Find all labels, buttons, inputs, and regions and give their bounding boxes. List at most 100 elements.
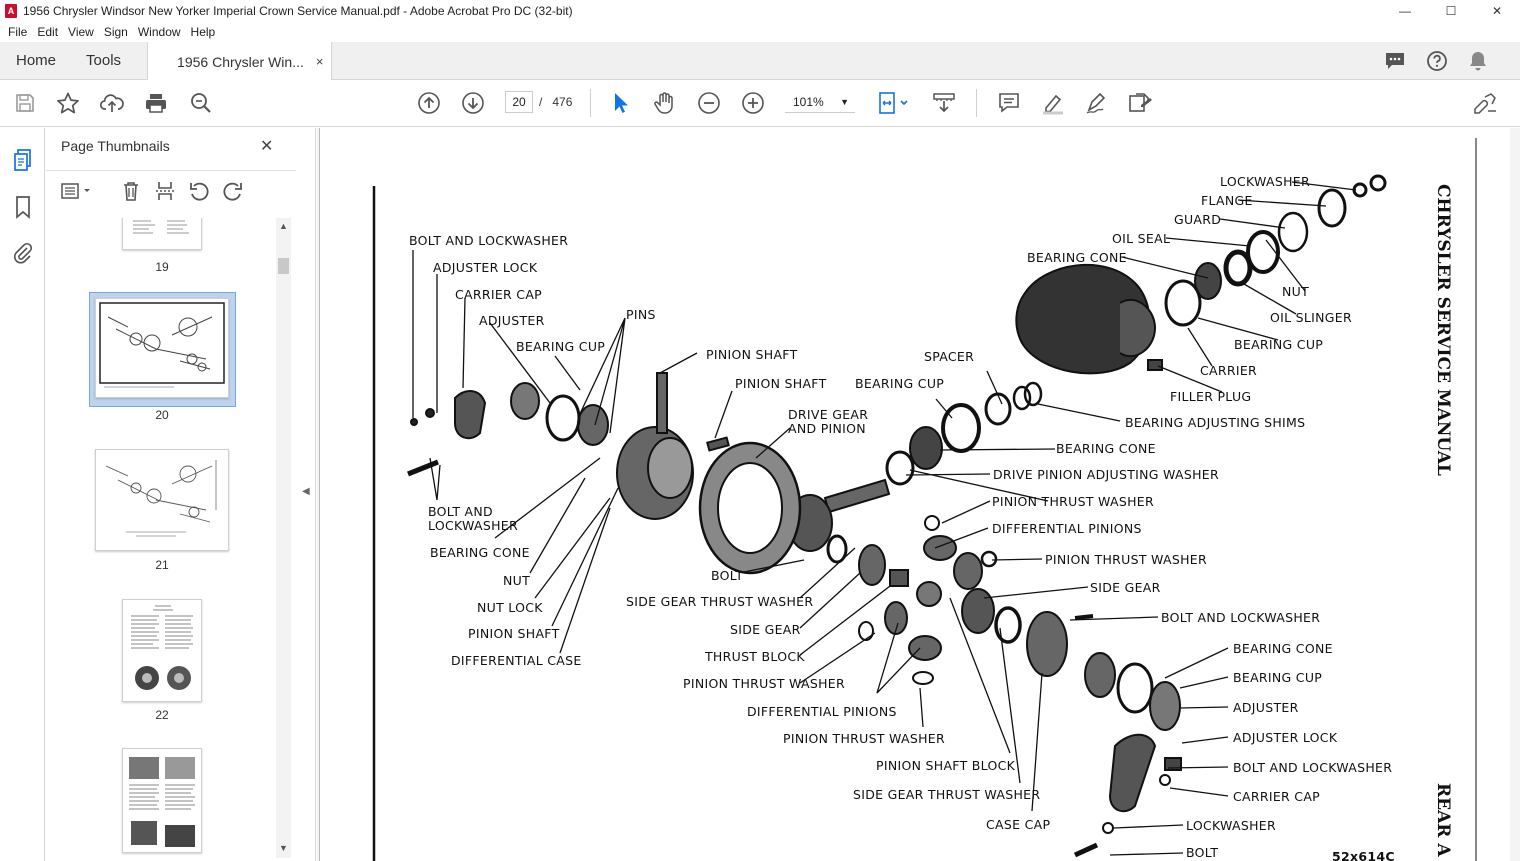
left-navigation-rail — [0, 128, 45, 861]
part-label: PINION THRUST WASHER — [992, 494, 1154, 509]
part-label: NUT LOCK — [477, 600, 543, 615]
page-fit-icon[interactable] — [876, 91, 912, 115]
menu-help[interactable]: Help — [187, 25, 220, 39]
page-thumbnail[interactable] — [122, 218, 202, 250]
chevron-down-icon: ▼ — [840, 97, 849, 107]
part-label: PINION SHAFT — [735, 376, 827, 391]
part-label: SIDE GEAR THRUST WASHER — [626, 594, 813, 609]
part-label: BEARING CONE — [430, 545, 530, 560]
part-label: CARRIER CAP — [455, 287, 542, 302]
part-label: BOLT AND LOCKWASHER — [1233, 760, 1392, 775]
part-label: DIFFERENTIAL CASE — [451, 653, 582, 668]
panel-splitter[interactable]: ◀ — [296, 128, 316, 861]
part-label: PINION THRUST WASHER — [783, 731, 945, 746]
tab-bar: Home Tools 1956 Chrysler Win... × — [0, 42, 1520, 81]
upload-cloud-icon[interactable] — [100, 91, 124, 115]
page-total: / 476 — [539, 95, 573, 109]
rotate-clockwise-icon[interactable] — [221, 179, 245, 203]
hand-tool-icon[interactable] — [653, 91, 677, 115]
part-label: GUARD — [1174, 212, 1221, 227]
part-label: DIFFERENTIAL PINIONS — [992, 521, 1142, 536]
thumbnail-list[interactable]: 19 20 21 22 — [46, 218, 274, 861]
minimize-button[interactable]: — — [1382, 0, 1428, 22]
add-comment-icon[interactable] — [997, 91, 1021, 115]
close-window-button[interactable]: ✕ — [1474, 0, 1520, 22]
scrolling-mode-icon[interactable] — [931, 91, 957, 115]
part-label: OIL SEAL — [1112, 231, 1170, 246]
tab-tools[interactable]: Tools — [71, 42, 147, 79]
part-label: THRUST BLOCK — [704, 649, 805, 664]
part-label: BEARING CONE — [1056, 441, 1156, 456]
previous-page-icon[interactable] — [417, 91, 441, 115]
menu-view[interactable]: View — [64, 25, 98, 39]
part-label: FILLER PLUG — [1170, 389, 1251, 404]
scroll-up-icon[interactable]: ▲ — [279, 221, 288, 231]
close-tab-icon[interactable]: × — [316, 54, 324, 69]
part-label: BEARING CUP — [516, 339, 605, 354]
figure-number: 52x614C — [1332, 849, 1395, 861]
collapse-panel-icon[interactable]: ◀ — [302, 486, 310, 497]
print-icon[interactable] — [144, 91, 168, 115]
thumbnail-page-label: 22 — [155, 708, 169, 722]
attachments-paperclip-icon[interactable] — [11, 241, 35, 265]
thumbnail-page-label: 19 — [155, 260, 169, 274]
tools-pen-link-icon[interactable] — [1472, 91, 1498, 115]
page-number-input[interactable]: 20 — [505, 91, 533, 113]
page-thumbnail-current[interactable] — [95, 298, 229, 398]
select-cursor-icon[interactable] — [609, 91, 633, 115]
part-label: CARRIER — [1200, 363, 1257, 378]
tab-document[interactable]: 1956 Chrysler Win... × — [147, 42, 333, 81]
notification-bell-icon[interactable] — [1468, 50, 1488, 72]
thumbnail-page-label: 21 — [155, 558, 169, 572]
title-bar: A 1956 Chrysler Windsor New Yorker Imper… — [0, 0, 1520, 22]
page-thumbnail[interactable] — [122, 599, 202, 702]
menu-sign[interactable]: Sign — [100, 25, 132, 39]
menu-file[interactable]: File — [4, 25, 31, 39]
zoom-level-select[interactable]: 101% ▼ — [785, 91, 855, 113]
maximize-button[interactable]: ☐ — [1428, 0, 1474, 22]
part-label: PINION SHAFT — [706, 347, 798, 362]
thumbnail-options-icon[interactable] — [60, 179, 92, 203]
part-label: LOCKWASHER — [1220, 174, 1310, 189]
thumbnail-scrollbar[interactable]: ▲ ▼ — [276, 218, 291, 858]
bookmarks-icon[interactable] — [11, 195, 35, 219]
zoom-out-icon[interactable] — [697, 91, 721, 115]
scroll-down-icon[interactable]: ▼ — [279, 843, 288, 853]
part-label: BEARING CONE — [1027, 250, 1127, 265]
bookmark-star-icon[interactable] — [56, 91, 80, 115]
tab-home[interactable]: Home — [0, 42, 71, 79]
side-footer: REAR A — [1433, 783, 1453, 857]
menu-edit[interactable]: Edit — [33, 25, 62, 39]
part-label: BOLT — [711, 568, 743, 583]
part-label: BEARING CONE — [1233, 641, 1333, 656]
highlight-pen-icon[interactable] — [1040, 91, 1066, 115]
share-edit-icon[interactable] — [1127, 91, 1155, 115]
page-thumbnail[interactable] — [122, 748, 202, 853]
part-label: DRIVE GEAR — [788, 407, 868, 422]
part-label: BOLT AND LOCKWASHER — [409, 233, 568, 248]
next-page-icon[interactable] — [461, 91, 485, 115]
part-label: SPACER — [924, 349, 974, 364]
delete-page-icon[interactable] — [119, 179, 143, 203]
menu-window[interactable]: Window — [134, 25, 185, 39]
tab-document-label: 1956 Chrysler Win... — [177, 53, 304, 70]
scrollbar-thumb[interactable] — [278, 258, 289, 274]
zoom-in-icon[interactable] — [741, 91, 765, 115]
part-label: PINS — [626, 307, 656, 322]
extract-page-icon[interactable] — [153, 179, 177, 203]
acrobat-icon: A — [5, 4, 17, 18]
fill-sign-icon[interactable] — [1084, 91, 1110, 115]
part-label: PINION THRUST WASHER — [683, 676, 845, 691]
save-icon[interactable] — [13, 91, 37, 115]
comment-bubble-icon[interactable] — [1384, 51, 1406, 71]
help-icon[interactable] — [1426, 50, 1448, 72]
document-view[interactable]: CHRYSLER SERVICE MANUAL REAR A LOCKWASHE… — [317, 128, 1520, 861]
page-thumbnails-icon[interactable] — [11, 148, 35, 172]
part-label: BEARING CUP — [855, 376, 944, 391]
close-panel-icon[interactable]: ✕ — [260, 136, 273, 156]
page-thumbnail[interactable] — [95, 449, 229, 551]
part-label: DIFFERENTIAL PINIONS — [747, 704, 897, 719]
part-label: SIDE GEAR — [1090, 580, 1161, 595]
zoom-search-icon[interactable] — [189, 91, 213, 115]
rotate-counterclockwise-icon[interactable] — [187, 179, 211, 203]
